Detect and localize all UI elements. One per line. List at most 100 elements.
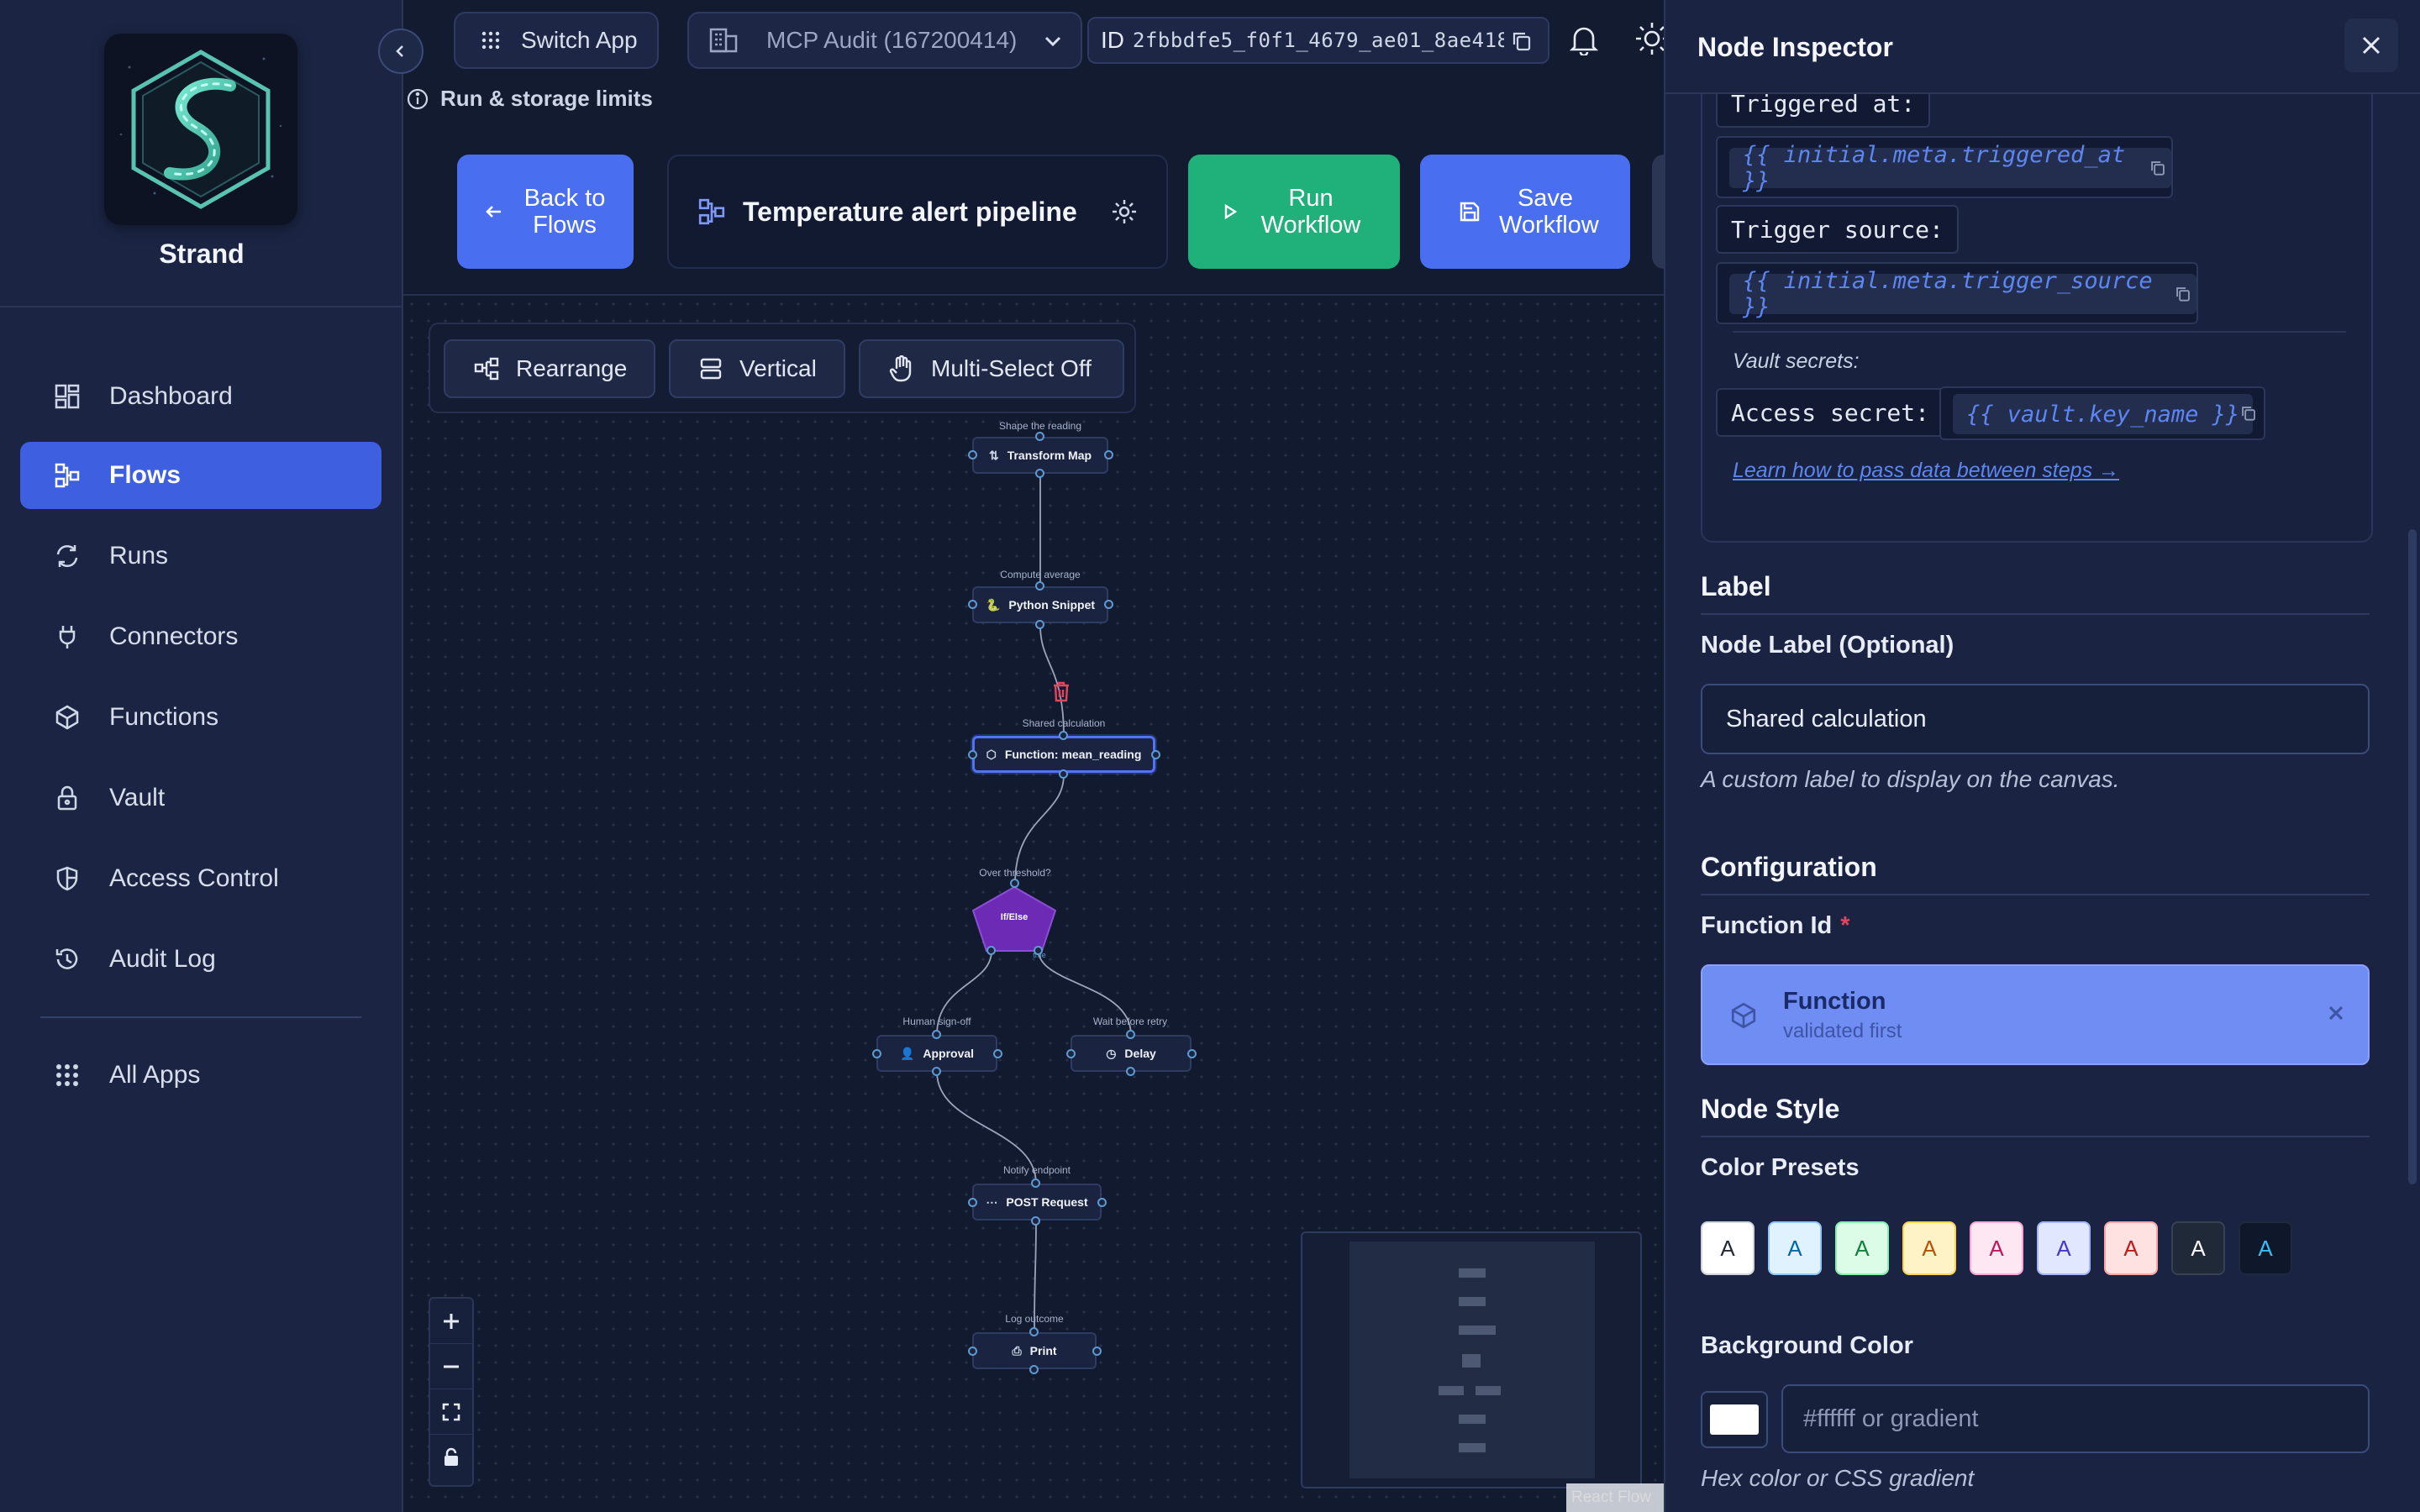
node-print[interactable]: ⎙ Print [972, 1332, 1097, 1369]
node-handle[interactable] [1126, 1067, 1135, 1076]
access-secret-template[interactable]: {{ vault.key_name }} [1953, 394, 2254, 434]
node-handle[interactable] [1035, 581, 1044, 591]
node-handle[interactable] [932, 1030, 941, 1039]
node-handle[interactable] [1029, 1327, 1039, 1336]
zoom-out-button[interactable] [430, 1344, 472, 1389]
node-python-snippet[interactable]: 🐍 Python Snippet [972, 586, 1108, 623]
node-handle[interactable] [1092, 1347, 1102, 1356]
node-handle[interactable] [1059, 769, 1068, 779]
chevron-left-icon [396, 45, 403, 57]
fullscreen-icon [442, 1403, 460, 1420]
color-preset-9[interactable]: A [2238, 1221, 2292, 1275]
node-handle[interactable] [1126, 1030, 1135, 1039]
color-preset-6[interactable]: A [2037, 1221, 2091, 1275]
fit-view-button[interactable] [430, 1389, 472, 1435]
copy-icon[interactable] [2240, 405, 2257, 422]
sidebar-item-runs[interactable]: Runs [20, 522, 381, 590]
minimap[interactable] [1301, 1231, 1642, 1488]
sidebar-item-audit-log[interactable]: Audit Log [20, 926, 381, 993]
node-handle[interactable] [968, 1198, 977, 1207]
node-handle[interactable] [1031, 1179, 1040, 1188]
inspector-scrollbar[interactable] [2408, 529, 2417, 1184]
color-preset-2[interactable]: A [1768, 1221, 1822, 1275]
node-handle[interactable] [1066, 1049, 1076, 1058]
switch-app-button[interactable]: Switch App [454, 12, 659, 69]
user-check-icon: 👤 [899, 1046, 915, 1060]
function-id-select[interactable]: Function validated first [1701, 964, 2370, 1065]
background-color-input[interactable]: #ffffff or gradient [1781, 1384, 2370, 1453]
node-handle[interactable] [968, 1347, 977, 1356]
copy-icon[interactable] [2175, 286, 2191, 302]
node-handle[interactable] [1010, 879, 1019, 888]
node-handle[interactable] [1104, 600, 1113, 609]
sidebar-item-all-apps[interactable]: All Apps [20, 1042, 381, 1109]
save-label: Save Workflow [1499, 185, 1599, 239]
save-workflow-button[interactable]: Save Workflow [1420, 155, 1630, 269]
node-handle[interactable] [1029, 1365, 1039, 1374]
sidebar-item-functions[interactable]: Functions [20, 684, 381, 751]
node-handle[interactable] [1097, 1198, 1107, 1207]
sidebar-item-access-control[interactable]: Access Control [20, 845, 381, 912]
building-icon [709, 28, 738, 53]
node-handle[interactable] [1034, 946, 1043, 955]
node-handle[interactable] [993, 1049, 1002, 1058]
run-storage-limits[interactable]: Run & storage limits [407, 86, 653, 112]
notifications-bell-icon[interactable] [1570, 24, 1598, 55]
node-function-mean-reading[interactable]: ⬡ Function: mean_reading [972, 736, 1155, 773]
run-workflow-button[interactable]: Run Workflow [1188, 155, 1400, 269]
color-preset-4[interactable]: A [1902, 1221, 1956, 1275]
node-handle[interactable] [1151, 750, 1160, 759]
org-select[interactable]: MCP Audit (167200414) [687, 12, 1082, 69]
access-secret-template-wrap: {{ vault.key_name }} [1939, 386, 2265, 440]
node-caption: Human sign-off [902, 1016, 971, 1027]
copy-icon[interactable] [1511, 30, 1533, 52]
trigger-source-template[interactable]: {{ initial.meta.trigger_source }} [1729, 268, 2196, 320]
node-handle[interactable] [1035, 432, 1044, 441]
sidebar-item-dashboard[interactable]: Dashboard [20, 363, 381, 430]
sidebar-item-connectors[interactable]: Connectors [20, 603, 381, 670]
zoom-in-button[interactable] [430, 1299, 472, 1344]
copy-icon[interactable] [2149, 160, 2166, 176]
collapse-sidebar-button[interactable] [378, 29, 424, 74]
color-preset-5[interactable]: A [1970, 1221, 2023, 1275]
node-handle[interactable] [1059, 731, 1068, 740]
color-preset-7[interactable]: A [2104, 1221, 2158, 1275]
clear-function-icon[interactable] [2326, 1003, 2346, 1023]
grid-icon [52, 1060, 82, 1090]
node-handle[interactable] [1035, 469, 1044, 478]
cube-icon [52, 702, 82, 732]
node-handle[interactable] [986, 946, 996, 955]
node-label-input[interactable]: Shared calculation [1701, 684, 2370, 754]
color-preset-3[interactable]: A [1835, 1221, 1889, 1275]
flow-title[interactable]: Temperature alert pipeline [743, 197, 1077, 228]
color-preset-8[interactable]: A [2171, 1221, 2225, 1275]
node-handle[interactable] [968, 750, 977, 759]
node-post-request[interactable]: ⋯ POST Request [972, 1184, 1102, 1221]
node-handle[interactable] [932, 1067, 941, 1076]
lock-canvas-button[interactable] [430, 1435, 472, 1480]
sidebar-item-flows[interactable]: Flows [20, 442, 381, 509]
back-to-flows-button[interactable]: Back to Flows [457, 155, 634, 269]
flow-canvas[interactable]: Rearrange Vertical Multi-Select Off Shap… [403, 296, 1664, 1512]
background-color-help: Hex color or CSS gradient [1701, 1465, 1975, 1491]
sidebar-item-vault[interactable]: Vault [20, 764, 381, 832]
id-label: ID [1101, 27, 1124, 53]
delete-edge-icon[interactable] [1052, 680, 1071, 702]
node-handle[interactable] [1187, 1049, 1197, 1058]
gear-icon[interactable] [1111, 198, 1138, 225]
node-handle[interactable] [1104, 450, 1113, 459]
triggered-at-template[interactable]: {{ initial.meta.triggered_at }} [1729, 142, 2171, 194]
close-inspector-button[interactable] [2344, 18, 2398, 72]
learn-pass-data-link[interactable]: Learn how to pass data between steps → [1733, 459, 2119, 483]
runs-icon [52, 541, 82, 571]
node-handle[interactable] [1035, 620, 1044, 629]
node-handle[interactable] [1031, 1216, 1040, 1226]
react-flow-attribution[interactable]: React Flow [1566, 1483, 1664, 1512]
background-color-swatch[interactable] [1701, 1391, 1768, 1448]
color-preset-1[interactable]: A [1701, 1221, 1754, 1275]
divider [40, 1016, 361, 1018]
node-handle[interactable] [968, 450, 977, 459]
node-handle[interactable] [968, 600, 977, 609]
node-handle[interactable] [872, 1049, 881, 1058]
required-marker: * [1840, 912, 1850, 939]
